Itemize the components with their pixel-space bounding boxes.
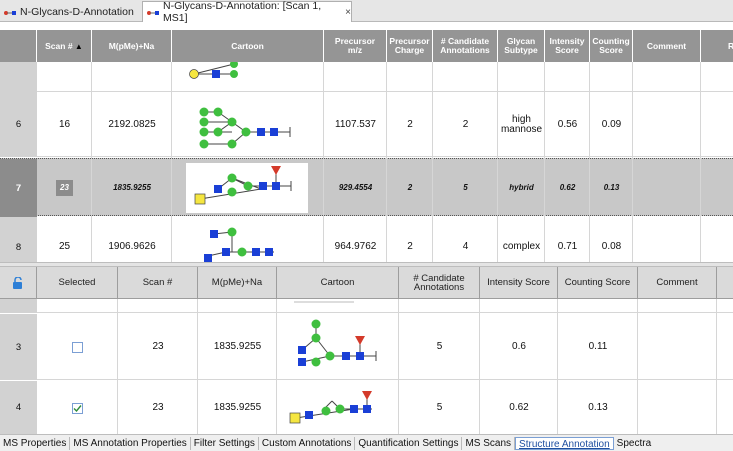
col-precursor-mz[interactable]: Precursor m/z	[324, 30, 387, 62]
editor-page-tabs: MS Properties MS Annotation Properties F…	[0, 434, 733, 451]
cell-intensity: 0.71	[557, 241, 578, 252]
cell-mass: 1906.9626	[108, 241, 156, 252]
col-scan[interactable]: Scan #	[118, 267, 198, 299]
cell-counting: 0.13	[588, 401, 608, 413]
editor-tab-bar: N-Glycans-D-Annotation N-Glycans-D-Annot…	[0, 0, 733, 24]
table-row[interactable]: 3 23 1835.9255 5 0.6 0.11	[0, 314, 733, 380]
cell-candidates: 5	[436, 341, 443, 352]
cell-scan: 16	[58, 118, 71, 130]
row-number: 3	[0, 314, 37, 380]
selected-checkbox[interactable]	[72, 342, 83, 353]
cell-intensity: 0.62	[559, 183, 576, 192]
cell-precursor-mz: 964.9762	[334, 241, 377, 252]
cell-mass: 2192.0825	[108, 118, 156, 130]
cell-counting: 0.09	[601, 118, 622, 130]
row-number: 8	[0, 217, 37, 262]
cell-scan: 23	[152, 341, 164, 352]
glycan-cartoon	[284, 381, 372, 431]
cell-counting: 0.11	[588, 341, 608, 352]
row-number-header	[0, 30, 37, 62]
cell-candidates: 2	[462, 118, 469, 130]
col-intensity-score[interactable]: Intensity Score	[545, 30, 590, 62]
cell-subtype: complex	[502, 241, 541, 252]
cell-counting: 0.13	[603, 183, 620, 192]
cell-charge: 2	[407, 241, 413, 252]
cell-scan: 23	[152, 401, 164, 413]
table-row-partial[interactable]	[0, 299, 733, 313]
col-cartoon[interactable]: Cartoon	[172, 30, 324, 62]
col-candidate-annotations[interactable]: # Candidate Annotations	[433, 30, 498, 62]
check-icon	[73, 405, 82, 413]
cell-intensity: 0.62	[509, 401, 529, 413]
cell-candidates: 5	[463, 183, 468, 192]
col-comment[interactable]: Comment	[633, 30, 701, 62]
col-comment[interactable]: Comment	[638, 267, 717, 299]
col-selected[interactable]: Selected	[37, 267, 118, 299]
lock-column-header[interactable]	[0, 267, 37, 299]
tab-annotation[interactable]: N-Glycans-D-Annotation	[0, 1, 140, 22]
cell-candidates: 5	[436, 401, 443, 413]
glycan-cartoon	[284, 318, 392, 376]
col-scan[interactable]: Scan # ▲	[37, 30, 92, 62]
cell-precursor-mz: 929.4554	[338, 183, 373, 192]
cell-candidates: 4	[462, 241, 469, 252]
col-intensity-score[interactable]: Intensity Score	[480, 267, 558, 299]
glycan-cartoon	[186, 94, 308, 155]
tab-label: N-Glycans-D-Annotation: [Scan 1, MS1]	[163, 0, 322, 24]
cell-counting: 0.08	[601, 241, 622, 252]
tab-structure-annotation[interactable]: Structure Annotation	[515, 436, 614, 450]
tab-spectra[interactable]: Spectra	[614, 437, 654, 450]
cell-intensity: 0.56	[557, 118, 578, 130]
table-row[interactable]: 4 23 1835.9255 5 0.62 0.13	[0, 381, 733, 434]
row-number: 7	[0, 159, 37, 217]
tab-quantification-settings[interactable]: Quantification Settings	[355, 436, 463, 450]
col-mass[interactable]: M(pMe)+Na	[92, 30, 172, 62]
sort-ascending-icon: ▲	[74, 41, 83, 51]
glycan-cartoon	[186, 62, 268, 90]
cell-subtype: high mannose	[500, 113, 543, 135]
glycan-icon	[147, 8, 160, 16]
cell-mass: 1835.9255	[113, 183, 151, 192]
cell-charge: 2	[407, 118, 413, 130]
scan-table: Scan # ▲ M(pMe)+Na Cartoon Precursor m/z…	[0, 30, 733, 262]
tab-scan-ms1[interactable]: N-Glycans-D-Annotation: [Scan 1, MS1] ×	[142, 0, 352, 24]
header-filler	[717, 267, 733, 299]
row-number: 4	[0, 381, 37, 434]
tab-custom-annotations[interactable]: Custom Annotations	[259, 436, 356, 450]
tab-ms-properties[interactable]: MS Properties	[0, 436, 71, 450]
col-cartoon[interactable]: Cartoon	[277, 267, 399, 299]
table-row[interactable]: 8 25 1906.9626 964.9762 2 4 complex 0.71…	[0, 217, 733, 262]
col-candidate-annotations[interactable]: # Candidate Annotations	[399, 267, 480, 299]
cell-mass: 1835.9255	[213, 341, 262, 352]
row-number: 6	[0, 92, 37, 157]
cell-mass: 1835.9255	[213, 401, 262, 413]
glycan-icon	[4, 8, 17, 16]
cell-charge: 2	[407, 183, 413, 192]
cell-intensity: 0.6	[512, 341, 526, 352]
col-precursor-charge[interactable]: Precursor Charge	[387, 30, 433, 62]
tab-filter-settings[interactable]: Filter Settings	[191, 436, 259, 450]
selected-checkbox[interactable]	[72, 403, 83, 414]
tab-ms-scans[interactable]: MS Scans	[462, 436, 516, 450]
close-icon[interactable]: ×	[345, 7, 351, 18]
col-glycan-subtype[interactable]: Glycan Subtype	[498, 30, 545, 62]
col-r[interactable]: R	[701, 30, 733, 62]
row-header	[0, 62, 37, 92]
candidate-table: Selected Scan # M(pMe)+Na Cartoon # Cand…	[0, 267, 733, 434]
table-row-partial[interactable]	[0, 62, 733, 92]
col-counting-score[interactable]: Counting Score	[590, 30, 633, 62]
cell-scan: 23	[37, 159, 92, 217]
cell-scan: 25	[58, 241, 71, 252]
cell-precursor-mz: 1107.537	[335, 118, 376, 130]
col-mass[interactable]: M(pMe)+Na	[198, 267, 277, 299]
tab-ms-annotation-properties[interactable]: MS Annotation Properties	[70, 436, 191, 450]
tab-label: N-Glycans-D-Annotation	[20, 5, 134, 18]
table-row[interactable]: 6 16 2192.0825 1107.537 2 2 high mannose…	[0, 92, 733, 157]
glycan-cartoon	[194, 220, 300, 262]
cell-subtype: hybrid	[509, 183, 534, 192]
col-counting-score[interactable]: Counting Score	[558, 267, 638, 299]
glycan-cartoon	[186, 163, 308, 213]
table-row-selected[interactable]: 7 23 1835.9255 929.4554 2 5 hybrid 0.62 …	[0, 158, 733, 217]
unlock-icon	[13, 276, 22, 289]
